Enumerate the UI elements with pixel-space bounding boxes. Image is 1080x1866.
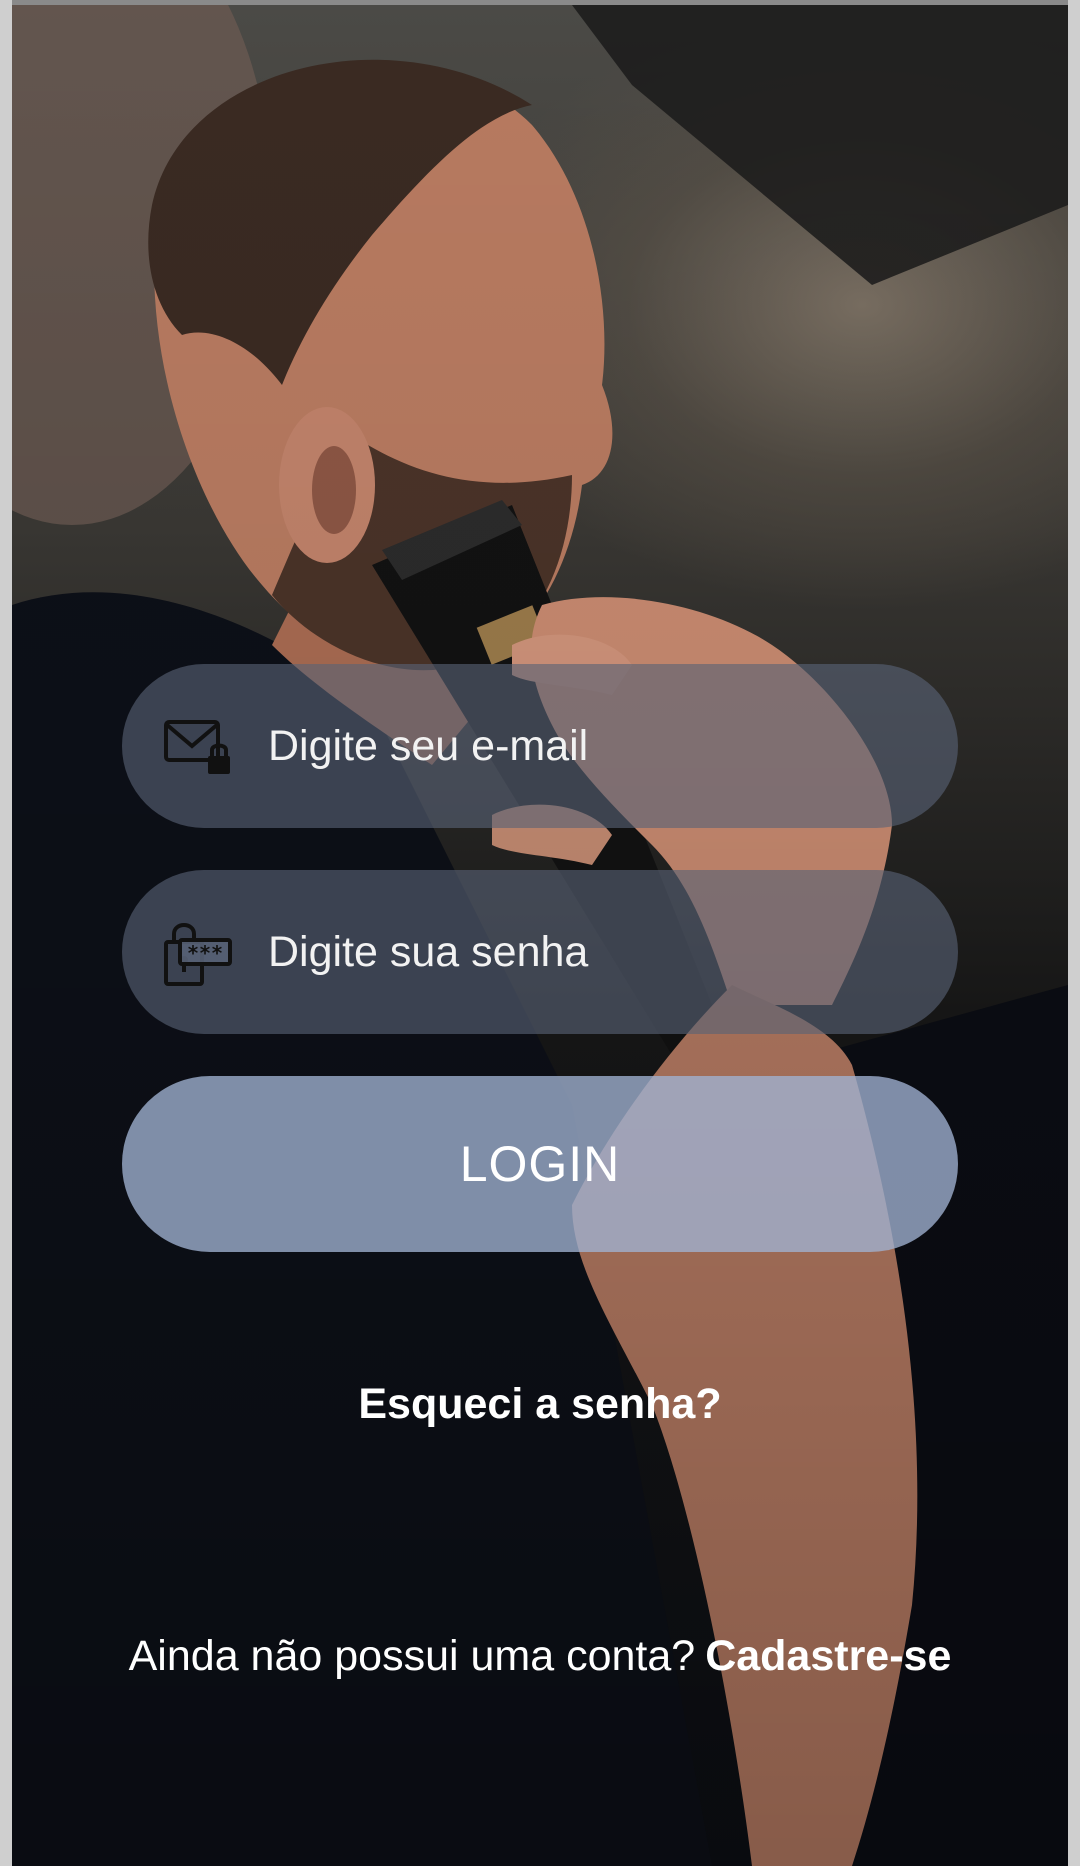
- right-edge: [1068, 0, 1080, 1866]
- status-strip: [0, 0, 1080, 5]
- signup-link[interactable]: Cadastre-se: [705, 1632, 951, 1680]
- login-screen: *** LOGIN Esqueci a senha? Ainda não pos…: [0, 0, 1080, 1866]
- signup-prompt: Ainda não possui uma conta?: [128, 1632, 696, 1680]
- password-lock-icon: ***: [162, 916, 234, 988]
- forgot-password-link[interactable]: Esqueci a senha?: [0, 1380, 1080, 1429]
- email-lock-icon: [162, 710, 234, 782]
- email-field[interactable]: [122, 664, 958, 828]
- email-input[interactable]: [268, 664, 908, 828]
- left-edge: [0, 0, 12, 1866]
- svg-text:***: ***: [187, 941, 223, 965]
- login-button[interactable]: LOGIN: [122, 1076, 958, 1252]
- password-input[interactable]: [268, 870, 908, 1034]
- password-field[interactable]: ***: [122, 870, 958, 1034]
- signup-row: Ainda não possui uma conta? Cadastre-se: [122, 1632, 958, 1681]
